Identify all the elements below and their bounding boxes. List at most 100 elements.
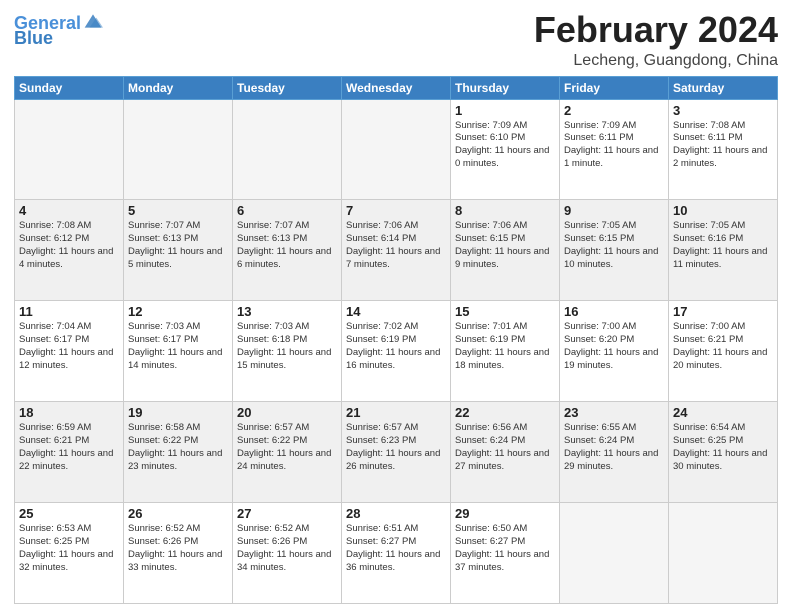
- cell-info: Sunrise: 6:57 AM Sunset: 6:22 PM Daylight:…: [237, 422, 337, 473]
- logo: General Blue: [14, 14, 103, 49]
- day-number: 16: [564, 304, 664, 319]
- day-number: 4: [19, 203, 119, 218]
- day-number: 9: [564, 203, 664, 218]
- sunrise-text: Sunrise: 6:52 AM: [237, 523, 309, 534]
- calendar-cell: 18Sunrise: 6:59 AMSunset: 6:21 PMDayligh…: [15, 402, 124, 503]
- sunrise-text: Sunrise: 6:57 AM: [237, 422, 309, 433]
- sunrise-text: Sunrise: 6:50 AM: [455, 523, 527, 534]
- cell-info: Sunrise: 7:03 AMSunset: 6:17 PMDaylight:…: [128, 321, 228, 372]
- daylight-text: Daylight: 11 hours and 23 minutes.: [128, 448, 222, 472]
- cell-info: Sunrise: 6:59 AMSunset: 6:21 PMDaylight:…: [19, 422, 119, 473]
- weekday-header: Wednesday: [342, 76, 451, 99]
- cell-info: Sunrise: 7:02 AM Sunset: 6:19 PM Daylight:…: [346, 321, 446, 372]
- calendar-cell: 19 Sunrise: 6:58 AMSunset: 6:22 PMDayligh…: [124, 402, 233, 503]
- daylight-text: Daylight: 11 hours and 34 minutes.: [237, 549, 331, 573]
- day-number: 8: [455, 203, 555, 218]
- sunset-text: Sunset: 6:19 PM: [346, 334, 416, 345]
- month-title: February 2024: [534, 10, 778, 50]
- cell-info: Sunrise: 7:08 AMSunset: 6:12 PMDaylight:…: [19, 220, 119, 271]
- daylight-text: Daylight: 11 hours and 10 minutes.: [564, 246, 658, 270]
- day-number: 1: [455, 103, 555, 118]
- calendar-cell: 1Sunrise: 7:09 AMSunset: 6:10 PMDaylight…: [451, 99, 560, 200]
- day-number: 29: [455, 506, 555, 521]
- cell-info: Sunrise: 6:51 AMSunset: 6:27 PMDaylight:…: [346, 523, 446, 574]
- sunset-text: Sunset: 6:15 PM: [564, 233, 634, 244]
- day-number: 23: [564, 405, 664, 420]
- sunset-text: Sunset: 6:19 PM: [455, 334, 525, 345]
- daylight-text: Daylight: 11 hours and 30 minutes.: [673, 448, 767, 472]
- calendar-cell: 28Sunrise: 6:51 AMSunset: 6:27 PMDayligh…: [342, 503, 451, 604]
- daylight-text: Daylight: 11 hours and 32 minutes.: [19, 549, 113, 573]
- sunrise-text: Sunrise: 6:58 AM: [128, 422, 200, 433]
- calendar-cell: [669, 503, 778, 604]
- day-number: 22: [455, 405, 555, 420]
- sunset-text: Sunset: 6:17 PM: [128, 334, 198, 345]
- calendar-cell: [560, 503, 669, 604]
- day-number: 13: [237, 304, 337, 319]
- cell-info: Sunrise: 7:06 AMSunset: 6:15 PMDaylight:…: [455, 220, 555, 271]
- sunset-text: Sunset: 6:22 PM: [237, 435, 307, 446]
- calendar-cell: 25Sunrise: 6:53 AMSunset: 6:25 PMDayligh…: [15, 503, 124, 604]
- sunrise-text: Sunrise: 7:01 AM: [455, 321, 527, 332]
- cell-info: Sunrise: 7:09 AMSunset: 6:11 PMDaylight:…: [564, 120, 664, 171]
- location-title: Lecheng, Guangdong, China: [534, 52, 778, 70]
- daylight-text: Daylight: 11 hours and 24 minutes.: [237, 448, 331, 472]
- cell-info: Sunrise: 7:07 AMSunset: 6:13 PMDaylight:…: [237, 220, 337, 271]
- sunrise-text: Sunrise: 7:06 AM: [455, 220, 527, 231]
- sunset-text: Sunset: 6:21 PM: [673, 334, 743, 345]
- cell-info: Sunrise: 7:05 AM Sunset: 6:15 PM Daylight:…: [564, 220, 664, 271]
- sunrise-text: Sunrise: 7:09 AM: [564, 120, 636, 131]
- sunrise-text: Sunrise: 7:05 AM: [564, 220, 636, 231]
- sunset-text: Sunset: 6:27 PM: [455, 536, 525, 547]
- cell-info: Sunrise: 7:08 AMSunset: 6:11 PMDaylight:…: [673, 120, 773, 171]
- sunrise-text: Sunrise: 6:51 AM: [346, 523, 418, 534]
- daylight-text: Daylight: 11 hours and 1 minute.: [564, 145, 658, 169]
- daylight-text: Daylight: 11 hours and 14 minutes.: [128, 347, 222, 371]
- calendar-table: SundayMondayTuesdayWednesdayThursdayFrid…: [14, 76, 778, 604]
- calendar-cell: 27Sunrise: 6:52 AMSunset: 6:26 PMDayligh…: [233, 503, 342, 604]
- weekday-header: Sunday: [15, 76, 124, 99]
- sunset-text: Sunset: 6:14 PM: [346, 233, 416, 244]
- day-number: 21: [346, 405, 446, 420]
- calendar-cell: 21Sunrise: 6:57 AMSunset: 6:23 PMDayligh…: [342, 402, 451, 503]
- sunrise-text: Sunrise: 7:07 AM: [237, 220, 309, 231]
- calendar-cell: 11Sunrise: 7:04 AMSunset: 6:17 PMDayligh…: [15, 301, 124, 402]
- weekday-header: Tuesday: [233, 76, 342, 99]
- calendar-cell: [124, 99, 233, 200]
- cell-info: Sunrise: 6:50 AMSunset: 6:27 PMDaylight:…: [455, 523, 555, 574]
- cell-info: Sunrise: 7:04 AMSunset: 6:17 PMDaylight:…: [19, 321, 119, 372]
- sunrise-text: Sunrise: 6:59 AM: [19, 422, 91, 433]
- cell-info: Sunrise: 7:00 AMSunset: 6:20 PMDaylight:…: [564, 321, 664, 372]
- sunset-text: Sunset: 6:26 PM: [237, 536, 307, 547]
- cell-info: Sunrise: 6:58 AMSunset: 6:22 PMDaylight:…: [128, 422, 228, 473]
- day-number: 17: [673, 304, 773, 319]
- calendar-cell: 16 Sunrise: 7:00 AMSunset: 6:20 PMDayligh…: [560, 301, 669, 402]
- sunset-text: Sunset: 6:21 PM: [19, 435, 89, 446]
- day-number: 19: [128, 405, 228, 420]
- cell-info: Sunrise: 7:03 AMSunset: 6:18 PMDaylight:…: [237, 321, 337, 372]
- calendar-cell: 9 Sunrise: 7:05 AM Sunset: 6:15 PM Daylight…: [560, 200, 669, 301]
- sunset-text: Sunset: 6:12 PM: [19, 233, 89, 244]
- day-number: 2: [564, 103, 664, 118]
- sunrise-text: Sunrise: 7:06 AM: [346, 220, 418, 231]
- cell-info: Sunrise: 6:55 AMSunset: 6:24 PMDaylight:…: [564, 422, 664, 473]
- page-container: General Blue February 2024 Lecheng, Guan…: [0, 0, 792, 612]
- day-number: 10: [673, 203, 773, 218]
- daylight-text: Daylight: 11 hours and 6 minutes.: [237, 246, 331, 270]
- sunrise-text: Sunrise: 6:56 AM: [455, 422, 527, 433]
- day-number: 3: [673, 103, 773, 118]
- calendar-week-row: 18Sunrise: 6:59 AMSunset: 6:21 PMDayligh…: [15, 402, 778, 503]
- sunset-text: Sunset: 6:15 PM: [455, 233, 525, 244]
- sunset-text: Sunset: 6:17 PM: [19, 334, 89, 345]
- header: General Blue February 2024 Lecheng, Guan…: [14, 10, 778, 70]
- calendar-header-row: SundayMondayTuesdayWednesdayThursdayFrid…: [15, 76, 778, 99]
- sunset-text: Sunset: 6:25 PM: [673, 435, 743, 446]
- calendar-cell: 5Sunrise: 7:07 AMSunset: 6:13 PMDaylight…: [124, 200, 233, 301]
- day-number: 26: [128, 506, 228, 521]
- calendar-week-row: 25Sunrise: 6:53 AMSunset: 6:25 PMDayligh…: [15, 503, 778, 604]
- calendar-cell: 4 Sunrise: 7:08 AMSunset: 6:12 PMDaylight…: [15, 200, 124, 301]
- cell-info: Sunrise: 6:52 AMSunset: 6:26 PMDaylight:…: [128, 523, 228, 574]
- sunrise-text: Sunrise: 7:02 AM: [346, 321, 418, 332]
- daylight-text: Daylight: 11 hours and 27 minutes.: [455, 448, 549, 472]
- daylight-text: Daylight: 11 hours and 16 minutes.: [346, 347, 440, 371]
